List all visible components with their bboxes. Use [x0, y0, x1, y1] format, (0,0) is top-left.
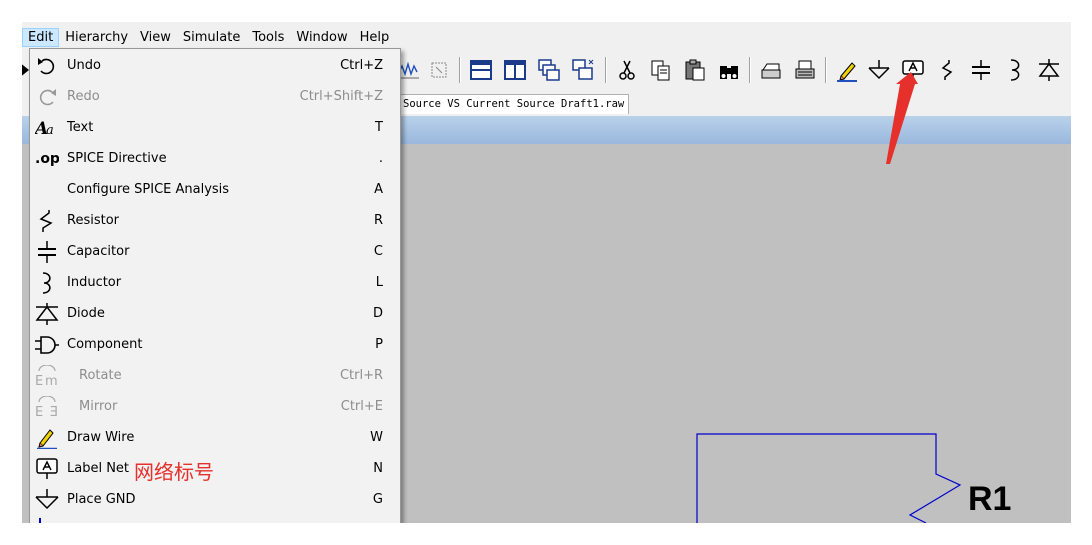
inductor-icon [34, 272, 60, 294]
ground-icon[interactable] [866, 57, 892, 83]
svg-text:m: m [45, 374, 58, 387]
cut-icon[interactable] [614, 57, 640, 83]
undo-icon [34, 55, 60, 77]
print-icon[interactable] [792, 57, 818, 83]
menu-help[interactable]: Help [354, 28, 396, 47]
ltspice-window: Edit Hierarchy View Simulate Tools Windo… [22, 22, 1071, 523]
resistor-icon[interactable] [934, 57, 960, 83]
menu-item-configure-spice-analysis[interactable]: Configure SPICE Analysis A [30, 175, 400, 206]
menu-window[interactable]: Window [290, 28, 353, 47]
redo-icon [34, 86, 60, 108]
text-icon: Aa [34, 117, 60, 139]
cascade-icon[interactable] [536, 57, 562, 83]
menu-bar: Edit Hierarchy View Simulate Tools Windo… [22, 26, 1071, 48]
menu-item-undo[interactable]: Undo Ctrl+Z [30, 51, 400, 82]
svg-text:a: a [46, 123, 54, 138]
inductor-icon[interactable] [1002, 57, 1028, 83]
menu-item-text[interactable]: Aa Text T [30, 113, 400, 144]
menu-item-diode[interactable]: Diode D [30, 299, 400, 330]
menu-item-rotate[interactable]: Em Rotate Ctrl+R [30, 361, 400, 392]
menu-item-inductor[interactable]: Inductor L [30, 268, 400, 299]
ground-icon [34, 489, 60, 511]
component-icon [34, 334, 60, 356]
menu-item-component[interactable]: Component P [30, 330, 400, 361]
find-icon[interactable] [716, 57, 742, 83]
menu-item-mirror[interactable]: EE Mirror Ctrl+E [30, 392, 400, 423]
tab-label: Source VS Current Source Draft1.raw [403, 98, 625, 110]
spice-directive-icon: .op [34, 148, 60, 170]
diode-icon [34, 303, 60, 325]
print-preview-icon[interactable] [758, 57, 784, 83]
edit-menu-dropdown: Undo Ctrl+Z Redo Ctrl+Shift+Z Aa Text T … [29, 48, 401, 523]
capacitor-icon[interactable] [968, 57, 994, 83]
diode-icon[interactable] [1036, 57, 1062, 83]
menu-edit[interactable]: Edit [22, 27, 60, 47]
tab-waveform-file[interactable]: Source VS Current Source Draft1.raw [398, 94, 630, 114]
copy-icon[interactable] [648, 57, 674, 83]
svg-text:.op: .op [35, 151, 59, 167]
draw-wire-icon[interactable] [834, 57, 860, 83]
menu-item-spice-directive[interactable]: .op SPICE Directive . [30, 144, 400, 175]
capacitor-icon [34, 241, 60, 263]
annotation-note: 网络标号 [134, 460, 214, 484]
paste-icon[interactable] [682, 57, 708, 83]
resistor-icon [34, 210, 60, 232]
menu-tools[interactable]: Tools [246, 28, 290, 47]
menu-item-redo[interactable]: Redo Ctrl+Shift+Z [30, 82, 400, 113]
wire-fragment [39, 518, 41, 523]
menu-hierarchy[interactable]: Hierarchy [59, 28, 134, 47]
svg-text:E: E [35, 405, 43, 418]
tile-horizontal-icon[interactable] [468, 57, 494, 83]
tile-vertical-icon[interactable] [502, 57, 528, 83]
probe-icon[interactable] [426, 57, 452, 83]
menu-item-capacitor[interactable]: Capacitor C [30, 237, 400, 268]
svg-text:E: E [35, 374, 43, 387]
menu-item-resistor[interactable]: Resistor R [30, 206, 400, 237]
svg-text:E: E [50, 405, 58, 418]
menu-simulate[interactable]: Simulate [177, 28, 246, 47]
mirror-icon: EE [34, 396, 60, 418]
menu-item-label-net[interactable]: Label Net 网络标号 N [30, 454, 400, 485]
pencil-icon [34, 427, 60, 449]
menu-item-place-gnd[interactable]: Place GND G [30, 485, 400, 516]
rotate-icon: Em [34, 365, 60, 387]
label-net-icon [34, 458, 60, 480]
label-net-icon[interactable] [900, 57, 926, 83]
close-windows-icon[interactable] [570, 57, 596, 83]
menu-item-draw-wire[interactable]: Draw Wire W [30, 423, 400, 454]
menu-view[interactable]: View [134, 28, 177, 47]
component-label-r1: R1 [968, 480, 1012, 518]
